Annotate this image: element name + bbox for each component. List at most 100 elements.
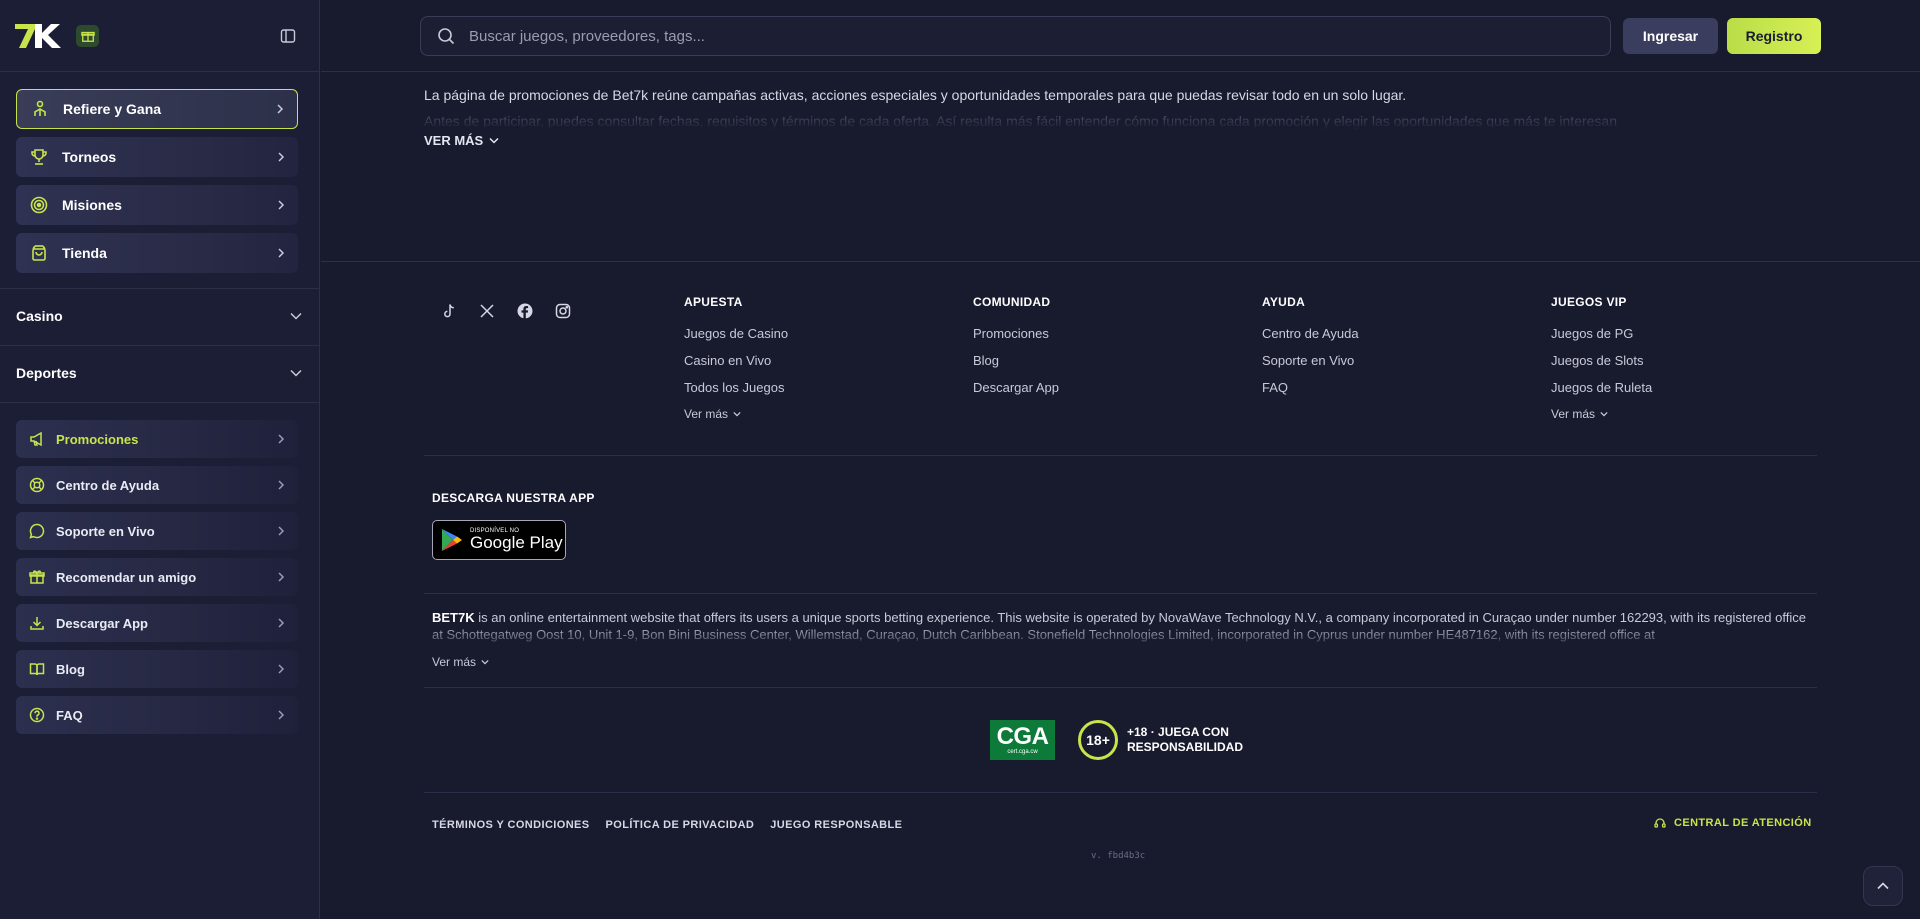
responsible-gaming-link[interactable]: JUEGO RESPONSABLE bbox=[770, 819, 902, 831]
sidebar-section-deportes[interactable]: Deportes bbox=[16, 361, 302, 385]
chevron-right-icon bbox=[276, 572, 286, 582]
chevron-down-icon bbox=[290, 312, 302, 320]
x-icon[interactable] bbox=[477, 301, 497, 321]
gift-icon[interactable] bbox=[76, 25, 99, 47]
footer-link[interactable]: Centro de Ayuda bbox=[1262, 326, 1482, 342]
footer-link[interactable]: Juegos de Ruleta bbox=[1551, 380, 1771, 396]
referral-icon bbox=[29, 98, 51, 120]
app-version: v. fbd4b3c bbox=[1091, 851, 1146, 861]
ver-mas-toggle[interactable]: VER MÁS bbox=[424, 133, 499, 148]
footer-column-juegos-vip: JUEGOS VIP Juegos de PG Juegos de Slots … bbox=[1551, 295, 1771, 421]
shopping-bag-icon bbox=[28, 242, 50, 264]
legal-ver-mas-toggle[interactable]: Ver más bbox=[432, 655, 489, 669]
search-bar[interactable] bbox=[420, 16, 1611, 56]
support-center-label: CENTRAL DE ATENCIÓN bbox=[1674, 817, 1812, 829]
divider bbox=[0, 402, 320, 403]
legal-body: is an online entertainment website that … bbox=[432, 610, 1806, 642]
chevron-right-icon bbox=[276, 200, 286, 210]
sidebar-section-casino[interactable]: Casino bbox=[16, 304, 302, 328]
search-input[interactable] bbox=[469, 27, 1569, 45]
sidebar-item-descargar-app[interactable]: Descargar App bbox=[16, 604, 298, 642]
sidebar-item-blog[interactable]: Blog bbox=[16, 650, 298, 688]
legal-brand: BET7K bbox=[432, 610, 475, 625]
sidebar-item-recomendar-un-amigo[interactable]: Recomendar un amigo bbox=[16, 558, 298, 596]
chevron-right-icon bbox=[276, 664, 286, 674]
divider bbox=[0, 345, 320, 346]
footer-link[interactable]: Juegos de Slots bbox=[1551, 353, 1771, 369]
facebook-icon[interactable] bbox=[515, 301, 535, 321]
google-play-text: DISPONÍVEL NO Google Play bbox=[470, 528, 563, 552]
sidebar-item-tienda[interactable]: Tienda bbox=[16, 233, 298, 273]
megaphone-icon bbox=[28, 430, 46, 448]
sidebar-item-label: FAQ bbox=[56, 707, 83, 723]
sidebar-top bbox=[0, 0, 319, 72]
ver-mas-label: Ver más bbox=[432, 655, 477, 669]
footer-link[interactable]: Soporte en Vivo bbox=[1262, 353, 1482, 369]
sidebar-item-label: Centro de Ayuda bbox=[56, 477, 160, 493]
footer-column-title: APUESTA bbox=[684, 295, 743, 309]
ver-mas-label: VER MÁS bbox=[424, 133, 484, 148]
chevron-up-icon bbox=[1877, 882, 1889, 890]
sidebar-item-promociones[interactable]: Promociones bbox=[16, 420, 298, 458]
chevron-right-icon bbox=[276, 710, 286, 720]
ver-mas-toggle[interactable]: Ver más bbox=[1551, 407, 1771, 421]
footer-column-title: AYUDA bbox=[1262, 295, 1306, 309]
intro-paragraph: La página de promociones de Bet7k reúne … bbox=[424, 87, 1407, 103]
chevron-right-icon bbox=[276, 480, 286, 490]
sidebar-item-faq[interactable]: FAQ bbox=[16, 696, 298, 734]
social-links bbox=[439, 301, 573, 321]
footer-link[interactable]: Descargar App bbox=[973, 380, 1193, 396]
age-restriction-badge: 18+ bbox=[1078, 720, 1118, 760]
privacy-link[interactable]: POLÍTICA DE PRIVACIDAD bbox=[606, 819, 755, 831]
ver-mas-label: Ver más bbox=[684, 407, 729, 421]
scroll-to-top-button[interactable] bbox=[1863, 866, 1903, 906]
tiktok-icon[interactable] bbox=[439, 301, 459, 321]
lifebuoy-icon bbox=[28, 476, 46, 494]
footer-link[interactable]: Todos los Juegos bbox=[684, 380, 904, 396]
chat-bubble-icon bbox=[28, 522, 46, 540]
sidebar-item-refiere-y-gana[interactable]: Refiere y Gana bbox=[16, 89, 298, 129]
footer-column-apuesta: APUESTA Juegos de Casino Casino en Vivo … bbox=[684, 295, 904, 421]
footer-link[interactable]: Casino en Vivo bbox=[684, 353, 904, 369]
chevron-right-icon bbox=[276, 152, 286, 162]
footer-link[interactable]: Juegos de PG bbox=[1551, 326, 1771, 342]
sidebar-item-soporte-en-vivo[interactable]: Soporte en Vivo bbox=[16, 512, 298, 550]
sidebar-collapse-icon[interactable] bbox=[278, 26, 298, 46]
sidebar-item-misiones[interactable]: Misiones bbox=[16, 185, 298, 225]
target-icon bbox=[28, 194, 50, 216]
legal-text: BET7K is an online entertainment website… bbox=[432, 609, 1812, 643]
footer-link[interactable]: Juegos de Casino bbox=[684, 326, 904, 342]
cga-logo-text: CGA bbox=[996, 723, 1049, 750]
divider bbox=[424, 455, 1817, 456]
sidebar: Refiere y Gana Torneos Misiones Tienda C… bbox=[0, 0, 320, 919]
chevron-right-icon bbox=[276, 526, 286, 536]
legal-links: TÉRMINOS Y CONDICIONES POLÍTICA DE PRIVA… bbox=[432, 819, 902, 831]
footer-link[interactable]: Blog bbox=[973, 353, 1193, 369]
chevron-right-icon bbox=[275, 104, 285, 114]
chevron-right-icon bbox=[276, 434, 286, 444]
register-button[interactable]: Registro bbox=[1727, 18, 1821, 54]
google-play-big: Google Play bbox=[470, 533, 563, 552]
divider bbox=[321, 261, 1920, 262]
google-play-icon bbox=[442, 529, 462, 551]
login-button[interactable]: Ingresar bbox=[1623, 18, 1718, 54]
sidebar-item-label: Soporte en Vivo bbox=[56, 523, 155, 539]
ver-mas-toggle[interactable]: Ver más bbox=[684, 407, 904, 421]
instagram-icon[interactable] bbox=[553, 301, 573, 321]
sidebar-item-label: Refiere y Gana bbox=[63, 101, 162, 117]
sidebar-item-centro-de-ayuda[interactable]: Centro de Ayuda bbox=[16, 466, 298, 504]
footer-link[interactable]: FAQ bbox=[1262, 380, 1482, 396]
support-center-link[interactable]: CENTRAL DE ATENCIÓN bbox=[1654, 817, 1812, 829]
footer-link[interactable]: Promociones bbox=[973, 326, 1193, 342]
brand-logo[interactable] bbox=[15, 24, 67, 48]
sidebar-item-label: Blog bbox=[56, 661, 85, 677]
chevron-right-icon bbox=[276, 248, 286, 258]
sidebar-item-label: Descargar App bbox=[56, 615, 148, 631]
cga-certificate-logo[interactable]: CGA cert.cga.cw bbox=[990, 720, 1055, 760]
ver-mas-label: Ver más bbox=[1551, 407, 1596, 421]
sidebar-item-torneos[interactable]: Torneos bbox=[16, 137, 298, 177]
terms-link[interactable]: TÉRMINOS Y CONDICIONES bbox=[432, 819, 590, 831]
google-play-badge[interactable]: DISPONÍVEL NO Google Play bbox=[432, 520, 566, 560]
section-label: Deportes bbox=[16, 365, 77, 381]
footer-column-comunidad: COMUNIDAD Promociones Blog Descargar App bbox=[973, 295, 1193, 407]
